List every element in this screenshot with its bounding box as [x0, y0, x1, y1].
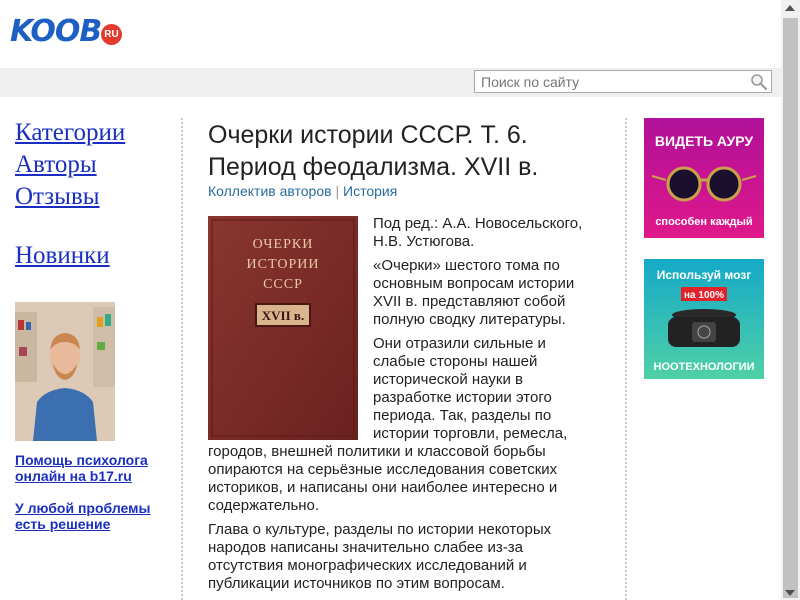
- book-author-link[interactable]: Коллектив авторов: [208, 183, 332, 199]
- psychologist-help-link[interactable]: Помощь психолога онлайн на b17.ru: [15, 452, 148, 484]
- brain-ad-badge: на 100%: [684, 290, 724, 301]
- book-cover-image: ОЧЕРКИ ИСТОРИИ СССР XVII в.: [208, 216, 358, 440]
- left-divider: [181, 118, 183, 600]
- aura-ad[interactable]: ВИДЕТЬ АУРУ способен каждый: [644, 118, 764, 238]
- psychologist-ad-image[interactable]: [15, 302, 115, 441]
- brain-ad-title: Используй мозг: [657, 268, 751, 282]
- nav-categories[interactable]: Категории: [15, 119, 125, 147]
- nav-new[interactable]: Новинки: [15, 242, 110, 270]
- brain-ad-subtitle: НООТЕХНОЛОГИИ: [654, 361, 755, 373]
- psychologist-link-line1: Помощь психолога: [15, 452, 148, 468]
- aura-ad-title: ВИДЕТЬ АУРУ: [655, 133, 753, 149]
- meta-separator: |: [335, 183, 340, 199]
- aura-ad-banner: ВИДЕТЬ АУРУ способен каждый: [644, 118, 764, 238]
- search-input[interactable]: [481, 74, 741, 90]
- nav-authors[interactable]: Авторы: [15, 151, 97, 179]
- solution-link-line1: У любой проблемы: [15, 500, 151, 516]
- scroll-up-icon[interactable]: [785, 5, 795, 11]
- scroll-down-icon[interactable]: [785, 590, 795, 596]
- search-box[interactable]: [474, 70, 772, 93]
- search-icon[interactable]: [750, 73, 768, 91]
- book-description: ОЧЕРКИ ИСТОРИИ СССР XVII в. Под ред.: А.…: [208, 215, 600, 599]
- psychologist-link-line2: онлайн на b17.ru: [15, 468, 132, 484]
- cover-line2: ИСТОРИИ: [247, 257, 320, 272]
- book-category-link[interactable]: История: [343, 183, 397, 199]
- solution-link-line2: есть решение: [15, 516, 111, 532]
- cover-label: XVII в.: [262, 308, 304, 323]
- logo-badge: RU: [101, 24, 122, 45]
- book-cover[interactable]: ОЧЕРКИ ИСТОРИИ СССР XVII в.: [208, 216, 358, 440]
- header: KOOB RU: [0, 0, 781, 68]
- scrollbar-thumb[interactable]: [783, 18, 798, 598]
- book-title: Очерки истории СССР. Т. 6. Период феодал…: [208, 121, 539, 181]
- cover-line3: СССР: [263, 277, 303, 292]
- solution-link[interactable]: У любой проблемы есть решение: [15, 500, 150, 532]
- brain-ad-banner: Используй мозг на 100% НООТЕХНОЛОГИИ: [644, 259, 764, 379]
- description-paragraph: Глава о культуре, разделы по истории нек…: [208, 521, 552, 592]
- cover-line1: ОЧЕРКИ: [253, 237, 314, 252]
- book-meta: Коллектив авторов | История: [208, 183, 397, 199]
- site-logo[interactable]: KOOB: [10, 14, 102, 49]
- right-divider: [625, 118, 627, 600]
- nav-reviews[interactable]: Отзывы: [15, 183, 100, 211]
- brain-ad[interactable]: Используй мозг на 100% НООТЕХНОЛОГИИ: [644, 259, 764, 379]
- aura-ad-subtitle: способен каждый: [655, 216, 752, 228]
- psychologist-photo-icon: [15, 302, 115, 441]
